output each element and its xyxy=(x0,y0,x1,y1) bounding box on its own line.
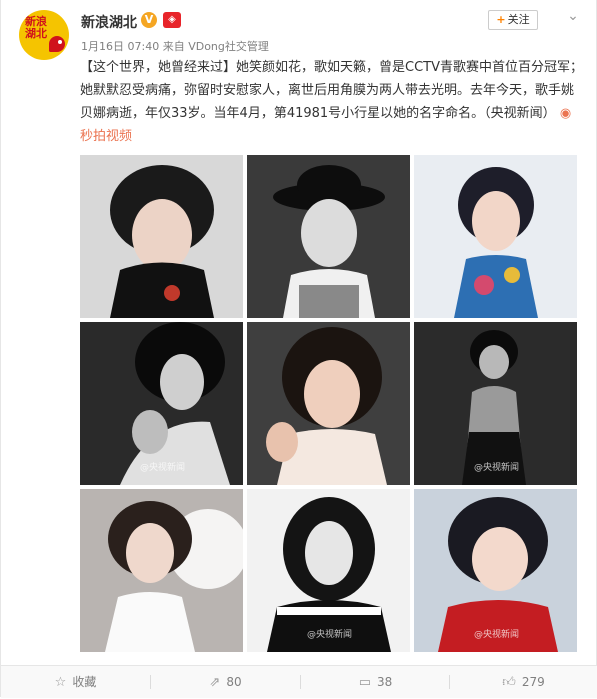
verified-icon[interactable]: V xyxy=(141,12,157,28)
plus-icon: + xyxy=(496,13,506,26)
grid-image-7[interactable] xyxy=(80,489,243,652)
post-source[interactable]: VDong社交管理 xyxy=(188,40,269,53)
source-prefix: 来自 xyxy=(162,40,185,53)
weibo-post-card: 新浪湖北 新浪湖北 V ◈ 1月16日 07:40 来自 VDong社交管理 +… xyxy=(0,0,597,698)
like-count: 279 xyxy=(521,675,545,689)
repost-icon: ⇗ xyxy=(209,675,221,690)
grid-image-6[interactable]: @央视新闻 xyxy=(414,322,577,485)
member-icon[interactable]: ◈ xyxy=(163,12,181,28)
author-name[interactable]: 新浪湖北 xyxy=(81,12,137,32)
portrait-photo xyxy=(414,155,577,318)
post-time[interactable]: 1月16日 07:40 xyxy=(81,40,159,53)
post-tag[interactable]: 【这个世界，她曾经来过】 xyxy=(80,60,236,75)
portrait-photo xyxy=(80,155,243,318)
image-watermark: @央视新闻 xyxy=(474,630,520,640)
action-bar: ☆ 收藏 ⇗ 80 ▭ 38 👍︎ 279 xyxy=(1,665,597,698)
portrait-photo xyxy=(247,322,410,485)
follow-button[interactable]: + 关注 xyxy=(488,10,538,30)
video-play-icon: ◉ xyxy=(559,106,572,121)
grid-image-5[interactable] xyxy=(247,322,410,485)
favorite-button[interactable]: ☆ 收藏 xyxy=(1,666,150,698)
grid-image-4[interactable]: @央视新闻 xyxy=(80,322,243,485)
image-grid: @央视新闻 @央视新闻 @央视新闻 @央视新闻 xyxy=(80,155,578,653)
repost-button[interactable]: ⇗ 80 xyxy=(151,666,300,698)
chevron-down-icon[interactable]: ⌄ xyxy=(563,8,583,24)
portrait-photo xyxy=(247,155,410,318)
grid-image-9[interactable]: @央视新闻 xyxy=(414,489,577,652)
grid-image-8[interactable]: @央视新闻 xyxy=(247,489,410,652)
comment-button[interactable]: ▭ 38 xyxy=(301,666,450,698)
image-watermark: @央视新闻 xyxy=(307,630,353,640)
grid-image-2[interactable] xyxy=(247,155,410,318)
portrait-photo xyxy=(80,489,243,652)
follow-label: 关注 xyxy=(507,13,530,26)
image-watermark: @央视新闻 xyxy=(140,463,186,473)
post-meta: 1月16日 07:40 来自 VDong社交管理 xyxy=(81,38,269,54)
favorite-label: 收藏 xyxy=(72,675,97,689)
like-button[interactable]: 👍︎ 279 xyxy=(449,666,597,698)
post-text: 【这个世界，她曾经来过】她笑颜如花，歌如天籁，曾是CCTV青歌赛中首位百分冠军；… xyxy=(80,56,585,148)
grid-image-3[interactable] xyxy=(414,155,577,318)
grid-image-1[interactable] xyxy=(80,155,243,318)
avatar-logo-text: 新浪湖北 xyxy=(25,15,47,40)
bird-icon xyxy=(49,36,65,52)
author-avatar[interactable]: 新浪湖北 xyxy=(19,10,69,60)
repost-count: 80 xyxy=(226,675,242,689)
comment-count: 38 xyxy=(377,675,393,689)
thumbs-up-icon: 👍︎ xyxy=(502,675,516,690)
image-watermark: @央视新闻 xyxy=(474,463,520,473)
star-icon: ☆ xyxy=(54,675,67,690)
comment-icon: ▭ xyxy=(358,675,371,690)
video-link-label: 秒拍视频 xyxy=(80,129,133,144)
